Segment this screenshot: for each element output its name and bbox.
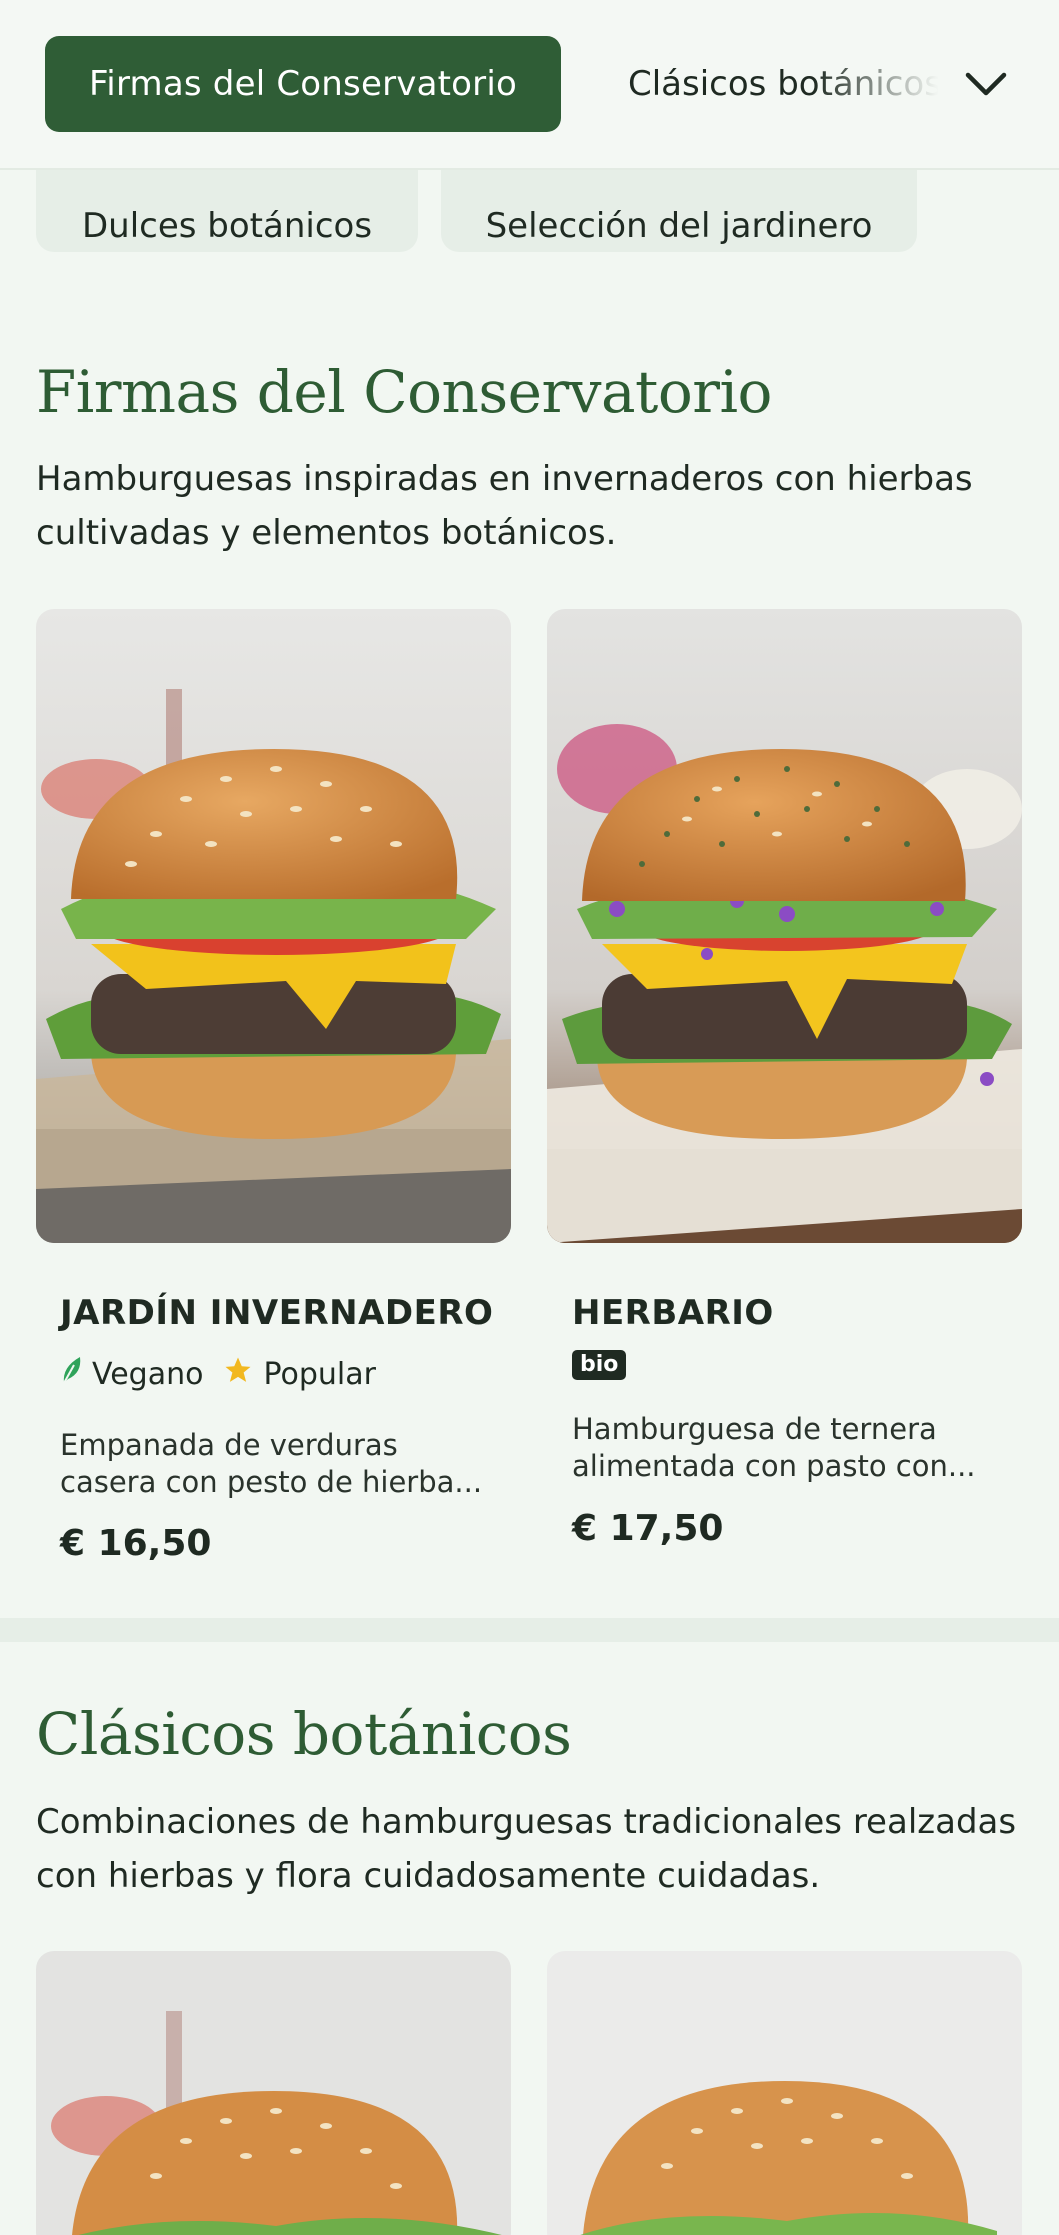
- category-pill-next[interactable]: Clásicos botánicos: [628, 36, 938, 132]
- burger-image[interactable]: [36, 609, 511, 1243]
- item-description: Empanada de verduras casera con pesto de…: [60, 1428, 483, 1499]
- item-name: JARDÍN INVERNADERO: [60, 1293, 494, 1333]
- tag-vegano: Vegano: [60, 1355, 203, 1393]
- tag-label: Popular: [263, 1356, 376, 1392]
- section-title: Firmas del Conservatorio: [36, 358, 772, 426]
- item-price: € 16,50: [60, 1523, 212, 1564]
- burger-image[interactable]: [547, 1951, 1022, 2235]
- category-pill-active[interactable]: Firmas del Conservatorio: [45, 36, 561, 132]
- section-description: Hamburguesas inspiradas en invernaderos …: [36, 459, 973, 553]
- item-tags: bio: [572, 1350, 627, 1380]
- tag-label: Vegano: [92, 1356, 204, 1392]
- item-price: € 17,50: [572, 1508, 724, 1549]
- section-title: Clásicos botánicos: [36, 1700, 572, 1768]
- leaf-icon: [60, 1355, 82, 1393]
- burger-image[interactable]: [547, 609, 1022, 1243]
- item-name: HERBARIO: [572, 1293, 774, 1333]
- tag-popular: Popular: [223, 1355, 376, 1393]
- section-divider: [0, 1618, 1059, 1642]
- category-pill-label: Selección del jardinero: [485, 206, 873, 246]
- category-pill-label: Firmas del Conservatorio: [89, 64, 517, 104]
- chevron-down-icon[interactable]: [962, 60, 1010, 108]
- section-description: Combinaciones de hamburguesas tradiciona…: [36, 1802, 1017, 1896]
- category-nav-bar: Firmas del Conservatorio Clásicos botáni…: [0, 0, 1059, 170]
- bio-badge: bio: [572, 1350, 627, 1380]
- star-icon: [223, 1355, 253, 1393]
- item-tags: Vegano Popular: [60, 1355, 376, 1393]
- category-pill-label: Clásicos botánicos: [628, 64, 938, 104]
- burger-image[interactable]: [36, 1951, 511, 2235]
- item-description: Hamburguesa de ternera alimentada con pa…: [572, 1412, 976, 1483]
- category-pill-label: Dulces botánicos: [81, 206, 373, 246]
